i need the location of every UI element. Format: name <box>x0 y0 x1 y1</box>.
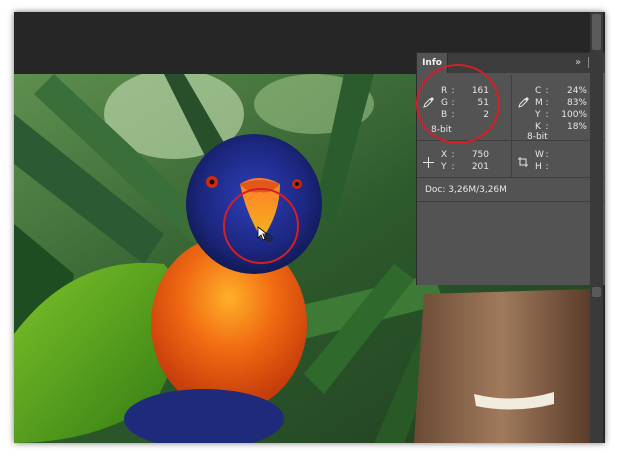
divider <box>511 75 512 177</box>
photoshop-window: Info » R : 161 G : 51 B : 2 8-bit C: 24… <box>14 12 605 443</box>
colon: : <box>451 150 455 160</box>
position-value-y: 201 <box>471 162 489 172</box>
colon: : <box>545 150 549 160</box>
colon: : <box>451 162 455 172</box>
divider <box>417 177 605 178</box>
cmyk-value-k: 18% <box>566 122 587 132</box>
cmyk-value-m: 83% <box>566 98 587 108</box>
tab-bar-divider <box>588 57 589 68</box>
cmyk-bit-depth: 8-bit <box>527 132 548 142</box>
crosshair-icon <box>423 157 434 171</box>
colon: : <box>545 86 549 96</box>
divider <box>417 201 605 202</box>
doc-size: Doc: 3,26M/3,26M <box>425 185 507 195</box>
scroll-thumb[interactable] <box>592 14 601 50</box>
eyedropper-icon <box>518 96 530 111</box>
sampler-cursor-icon <box>257 226 275 244</box>
position-value-x: 750 <box>471 150 489 160</box>
colon: : <box>545 98 549 108</box>
rgb-highlight-circle <box>416 64 500 144</box>
colon: : <box>545 122 549 132</box>
selection-size-icon <box>517 156 529 171</box>
cmyk-value-y: 100% <box>561 110 587 120</box>
collapse-panel-icon[interactable]: » <box>575 57 581 68</box>
vertical-scrollbar[interactable] <box>590 12 603 443</box>
scroll-thumb-lower[interactable] <box>592 287 601 297</box>
colon: : <box>545 110 549 120</box>
colon: : <box>545 162 549 172</box>
cmyk-value-c: 24% <box>566 86 587 96</box>
